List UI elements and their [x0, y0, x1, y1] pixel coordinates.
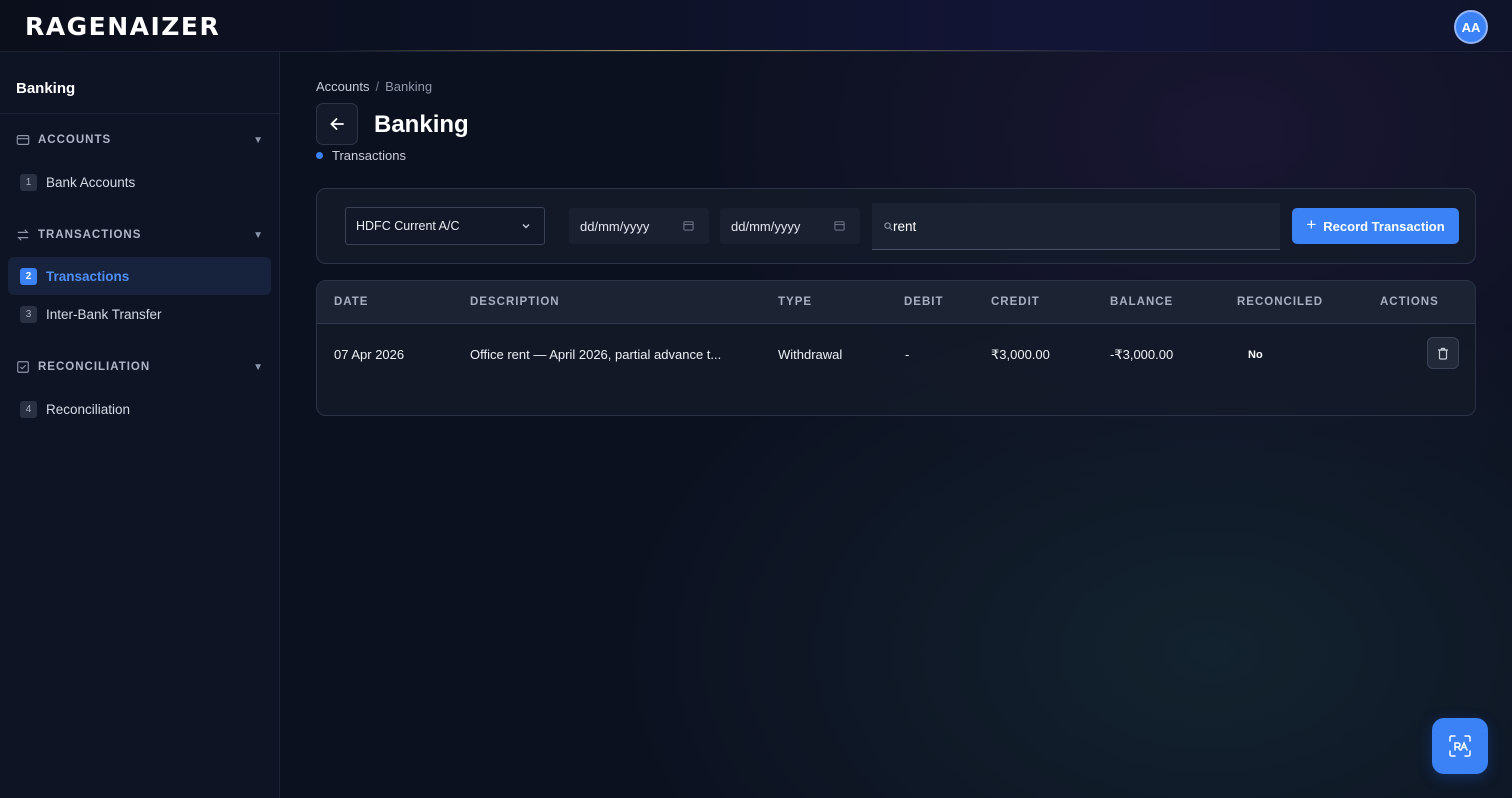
tab-transactions[interactable]: Transactions	[316, 148, 406, 163]
reconciled-status-badge: No	[1248, 349, 1263, 361]
cell-date: 07 Apr 2026	[334, 347, 405, 362]
sidebar-item-transactions[interactable]: 2 Transactions	[8, 257, 271, 295]
record-transaction-button[interactable]: + Record Transaction	[1292, 208, 1459, 244]
account-select-value: HDFC Current A/C	[356, 219, 460, 233]
calendar-icon[interactable]	[683, 220, 694, 231]
nav-number: 3	[20, 305, 37, 323]
cell-debit: -	[905, 347, 910, 362]
check-square-icon	[17, 361, 29, 373]
nav-number: 4	[20, 400, 37, 418]
assistant-icon	[1449, 735, 1471, 757]
cell-description: Office rent — April 2026, partial advanc…	[470, 347, 722, 362]
column-header-reconciled[interactable]: RECONCILED	[1237, 296, 1323, 308]
sidebar-item-reconciliation[interactable]: 4 Reconciliation	[8, 390, 271, 428]
nav-number: 2	[20, 267, 37, 285]
tab-label: Transactions	[332, 148, 406, 163]
column-header-date[interactable]: DATE	[334, 296, 368, 308]
column-header-description[interactable]: DESCRIPTION	[470, 296, 560, 308]
sidebar-title: Banking	[0, 52, 279, 114]
breadcrumb-separator: /	[375, 79, 380, 94]
back-button[interactable]	[316, 103, 358, 145]
column-header-credit[interactable]: CREDIT	[991, 296, 1040, 308]
chevron-down-icon[interactable]: ▼	[253, 135, 264, 146]
plus-icon: +	[1306, 215, 1317, 234]
to-date-input[interactable]: dd/mm/yyyy	[720, 208, 860, 244]
cell-balance: -₹3,000.00	[1110, 347, 1174, 362]
page-title: Banking	[374, 111, 469, 138]
delete-button[interactable]	[1427, 337, 1459, 369]
trash-icon	[1438, 347, 1448, 360]
column-header-balance[interactable]: BALANCE	[1110, 296, 1173, 308]
transactions-table: DATE DESCRIPTION TYPE DEBIT CREDIT BALAN…	[316, 280, 1476, 416]
swap-icon	[17, 229, 29, 241]
calendar-icon[interactable]	[834, 220, 845, 231]
column-header-actions: ACTIONS	[1380, 296, 1439, 308]
sidebar-item-label: Inter-Bank Transfer	[46, 306, 162, 322]
sidebar-section-accounts[interactable]: ACCOUNTS ▼	[16, 130, 264, 150]
cell-type: Withdrawal	[778, 347, 843, 362]
header-glow-line	[330, 50, 1130, 51]
breadcrumb-current: Banking	[385, 79, 433, 94]
main-content	[281, 52, 1512, 798]
user-avatar[interactable]: AA	[1454, 10, 1488, 44]
breadcrumb-accounts[interactable]: Accounts	[316, 79, 369, 94]
from-date-input[interactable]: dd/mm/yyyy	[569, 208, 709, 244]
chevron-down-icon	[522, 224, 530, 229]
active-dot	[316, 152, 323, 159]
section-label: RECONCILIATION	[38, 361, 151, 373]
breadcrumb: Accounts / Banking	[316, 79, 432, 94]
section-label: ACCOUNTS	[38, 134, 112, 146]
cell-credit: ₹3,000.00	[991, 347, 1050, 362]
top-bar	[0, 0, 1512, 52]
sidebar-item-label: Transactions	[46, 268, 130, 284]
nav-number: 1	[20, 173, 37, 191]
from-date-placeholder: dd/mm/yyyy	[580, 218, 650, 234]
chevron-down-icon[interactable]: ▼	[253, 362, 264, 373]
column-header-debit[interactable]: DEBIT	[904, 296, 944, 308]
table-header: DATE DESCRIPTION TYPE DEBIT CREDIT BALAN…	[317, 281, 1475, 324]
column-header-type[interactable]: TYPE	[778, 296, 812, 308]
assistant-fab-button[interactable]	[1432, 718, 1488, 774]
search-icon	[884, 221, 893, 230]
chevron-down-icon[interactable]: ▼	[253, 230, 264, 241]
record-transaction-label: Record Transaction	[1323, 218, 1445, 234]
app-logo[interactable]: RAGENAIZER	[25, 14, 220, 39]
account-select[interactable]: HDFC Current A/C	[345, 207, 545, 245]
search-input[interactable]: rent	[872, 203, 1280, 250]
sidebar-item-label: Reconciliation	[46, 401, 131, 417]
to-date-placeholder: dd/mm/yyyy	[731, 218, 801, 234]
search-value: rent	[893, 218, 917, 234]
card-icon	[16, 135, 30, 145]
sidebar-item-inter-bank-transfer[interactable]: 3 Inter-Bank Transfer	[8, 295, 271, 333]
sidebar-item-label: Bank Accounts	[46, 174, 136, 190]
sidebar-section-transactions[interactable]: TRANSACTIONS ▼	[16, 225, 264, 245]
arrow-left-icon	[330, 118, 344, 130]
sidebar-section-reconciliation[interactable]: RECONCILIATION ▼	[16, 357, 264, 377]
sidebar-item-bank-accounts[interactable]: 1 Bank Accounts	[8, 163, 271, 201]
section-label: TRANSACTIONS	[38, 229, 142, 241]
